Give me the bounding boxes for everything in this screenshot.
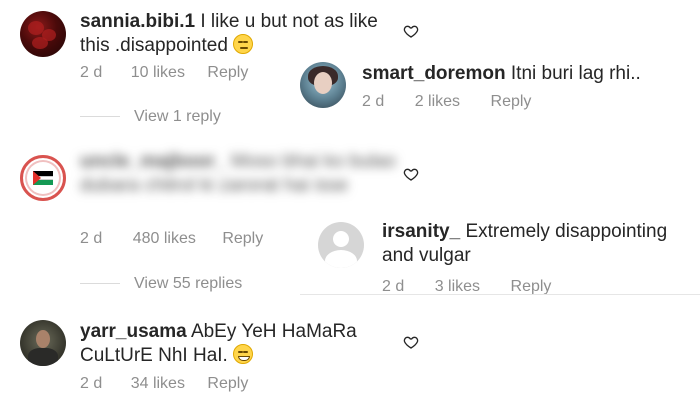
- divider-line: [80, 283, 120, 285]
- comment-username[interactable]: yarr_usama: [80, 321, 187, 342]
- heart-outline-icon[interactable]: [403, 166, 419, 182]
- comment-text: uncle_majboor_ Moso bhai ko bulao dubara…: [80, 150, 400, 198]
- comment-meta: 2 d 34 likes Reply: [80, 375, 248, 393]
- divider-line: [80, 116, 120, 118]
- reply-username[interactable]: smart_doremon: [362, 63, 506, 84]
- comment-meta: 2 d 10 likes Reply: [80, 64, 248, 82]
- reply-body: Itni buri lag rhi..: [510, 63, 641, 84]
- comment-time: 2 d: [80, 375, 103, 392]
- comment-meta: 2 d 480 likes Reply: [80, 230, 263, 248]
- comment-text: sannia.bibi.1 I like u but not as like t…: [80, 10, 380, 58]
- reply-text: smart_doremon Itni buri lag rhi..: [362, 62, 692, 86]
- reply-text: irsanity_ Extremely disappointing and vu…: [382, 220, 694, 268]
- comment-likes[interactable]: 10 likes: [131, 64, 185, 82]
- flag-icon: [33, 171, 53, 185]
- heart-outline-icon[interactable]: [403, 23, 419, 39]
- reply-username[interactable]: irsanity_: [382, 221, 460, 242]
- reply-likes[interactable]: 2 likes: [415, 93, 460, 111]
- comment-text: yarr_usama AbEy YeH HaMaRa CuLtUrE NhI H…: [80, 320, 380, 368]
- reply-button[interactable]: Reply: [222, 230, 263, 248]
- reply-meta: 2 d 2 likes Reply: [362, 93, 531, 111]
- avatar[interactable]: [20, 320, 66, 366]
- comment-likes[interactable]: 34 likes: [131, 375, 185, 393]
- grinning-face-emoji: [233, 344, 254, 364]
- reply-time: 2 d: [362, 93, 385, 110]
- avatar[interactable]: [20, 11, 66, 57]
- view-replies-button[interactable]: View 55 replies: [80, 275, 242, 293]
- comment-time: 2 d: [80, 230, 103, 247]
- reply-button[interactable]: Reply: [491, 93, 532, 111]
- comment-username[interactable]: uncle_majboor_: [80, 151, 226, 172]
- reply-button[interactable]: Reply: [207, 375, 248, 393]
- pensive-face-emoji: [233, 34, 254, 54]
- heart-outline-icon[interactable]: [403, 334, 419, 350]
- view-replies-label: View 55 replies: [134, 275, 243, 292]
- comment-time: 2 d: [80, 64, 103, 81]
- section-divider: [300, 294, 700, 295]
- comment-likes[interactable]: 480 likes: [133, 230, 196, 248]
- default-avatar[interactable]: [318, 222, 364, 268]
- comment-username[interactable]: sannia.bibi.1: [80, 11, 195, 32]
- avatar[interactable]: [20, 155, 66, 201]
- view-replies-label: View 1 reply: [134, 108, 221, 125]
- avatar[interactable]: [300, 62, 346, 108]
- view-replies-button[interactable]: View 1 reply: [80, 108, 221, 126]
- reply-button[interactable]: Reply: [207, 64, 248, 82]
